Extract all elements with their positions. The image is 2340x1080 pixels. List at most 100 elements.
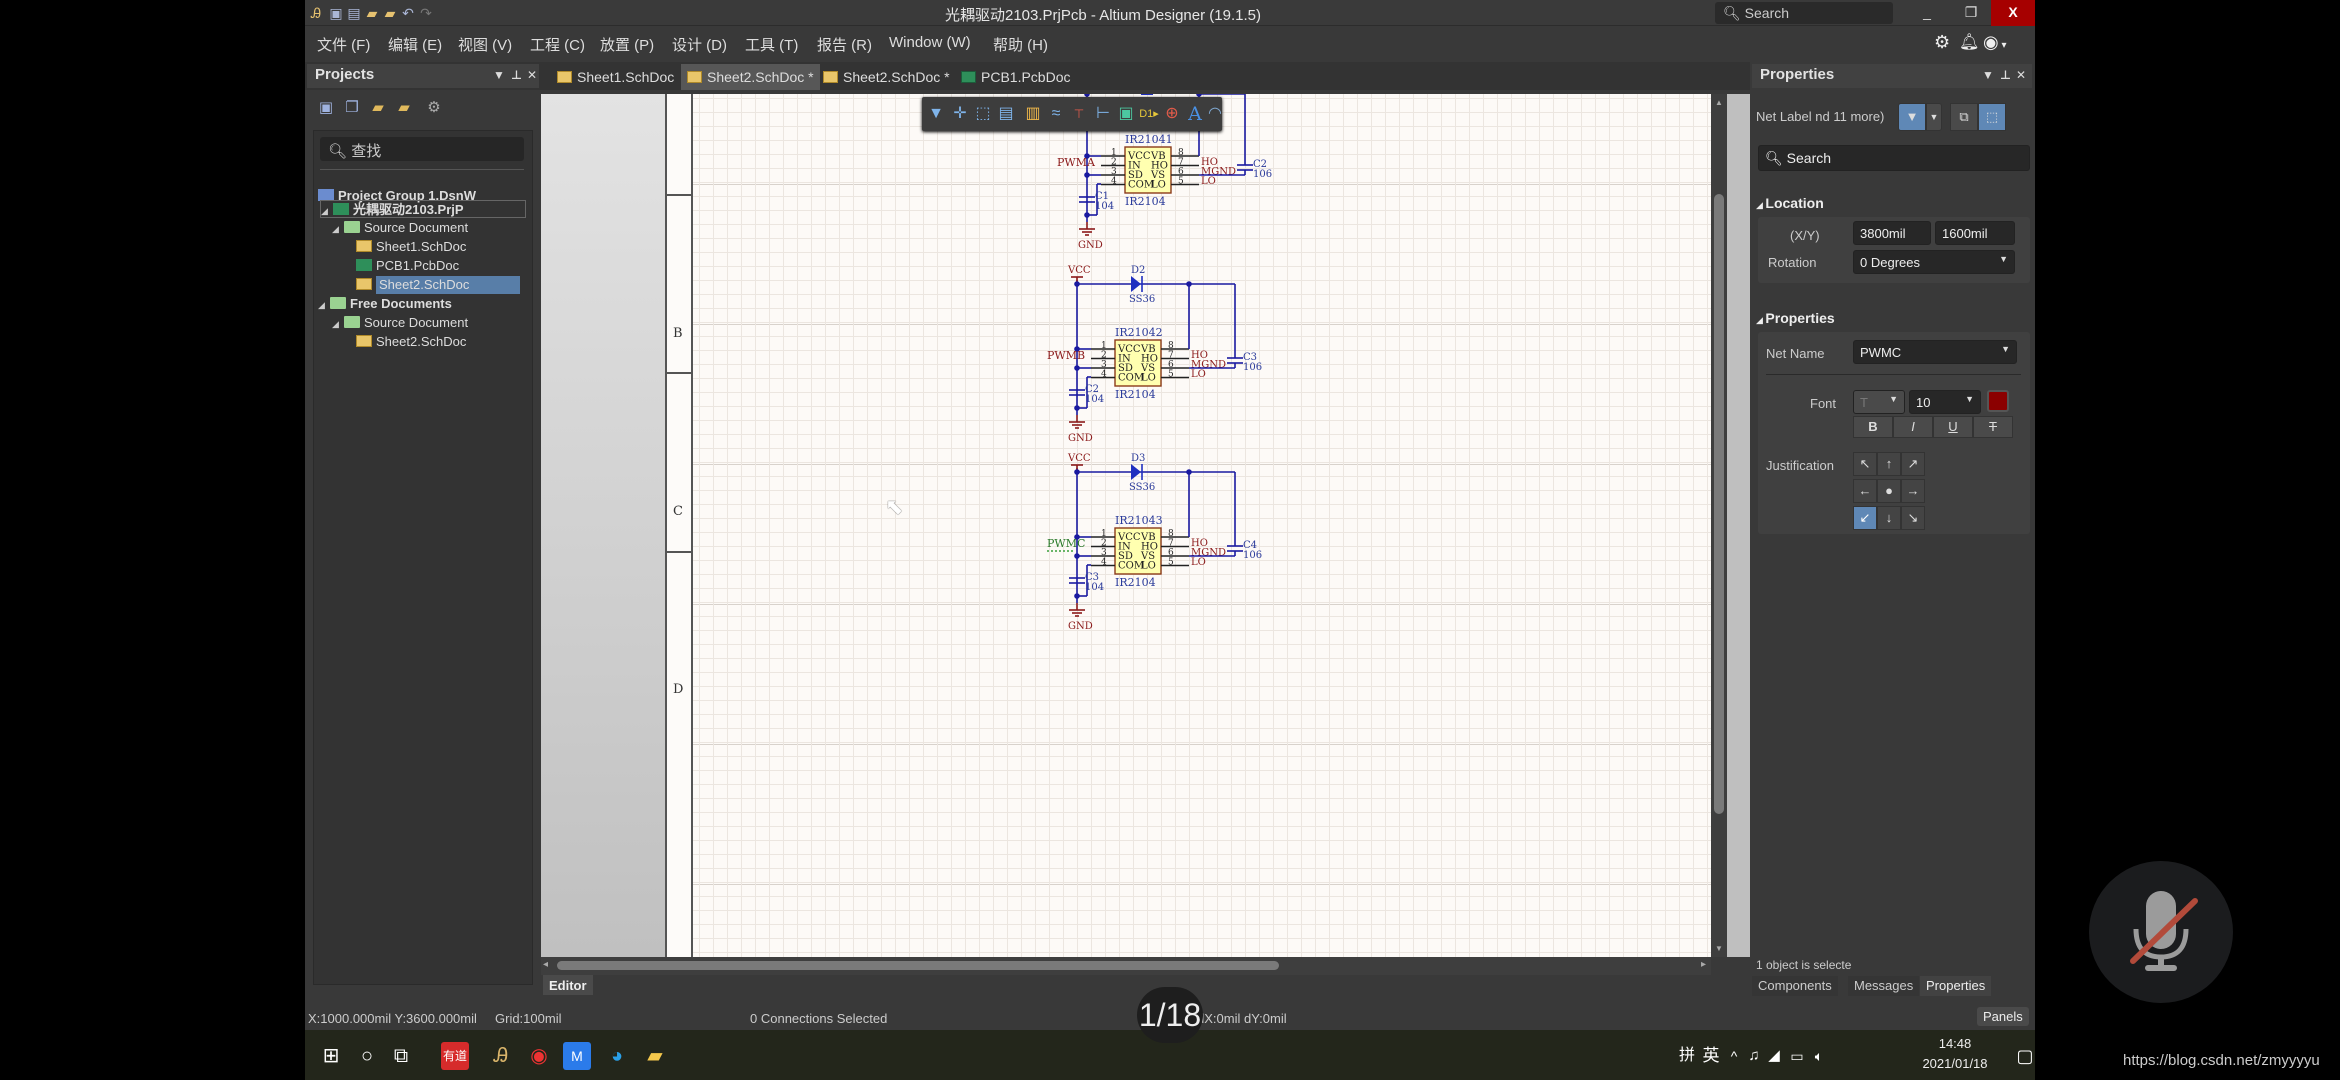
expand-arrow-icon[interactable]: ◢ (332, 220, 344, 238)
properties-section-header[interactable]: ◢ Properties (1756, 310, 1835, 326)
justify-bottom-left-icon[interactable]: ↙ (1853, 506, 1877, 530)
align-icon[interactable]: ▤ (995, 103, 1017, 125)
wifi-icon[interactable]: ◢ (1765, 1040, 1783, 1072)
selection-filter-button[interactable]: ▼ (1898, 103, 1926, 131)
folder-search-icon[interactable]: ▰ (367, 98, 389, 120)
panels-button[interactable]: Panels (1977, 1007, 2029, 1026)
save-all-icon[interactable]: ▤ (345, 4, 363, 22)
font-family-dropdown[interactable]: T ▼ (1853, 390, 1905, 414)
redo-icon[interactable]: ↷ (417, 4, 435, 22)
meeting-app-icon[interactable]: M (563, 1042, 591, 1070)
ime-pinyin-icon[interactable]: 拼 (1677, 1040, 1697, 1072)
notifications-bell-icon[interactable]: 🔔︎ (1959, 32, 1979, 52)
panel-menu-icon[interactable]: ▼ (493, 68, 505, 82)
expand-arrow-icon[interactable]: ◢ (321, 202, 333, 220)
harness-icon[interactable]: ⊢ (1092, 103, 1114, 125)
user-account-icon[interactable]: ◉ ▾ (1983, 32, 2007, 53)
move-cross-icon[interactable]: ✛ (949, 103, 971, 125)
justify-bottom-center-icon[interactable]: ↓ (1877, 506, 1901, 530)
settings-gear-icon[interactable]: ⚙ (1934, 32, 1950, 53)
open-icon[interactable]: ▰ (363, 4, 381, 22)
tab-sheet2[interactable]: Sheet2.SchDoc * (817, 64, 956, 90)
undo-icon[interactable]: ↶ (399, 4, 417, 22)
strikethrough-button[interactable]: T (1973, 416, 2013, 438)
save-project-icon[interactable]: ▣ (315, 98, 337, 120)
justify-top-left-icon[interactable]: ↖ (1853, 452, 1877, 476)
tree-item-free-documents[interactable]: ◢ Free Documents (318, 295, 452, 313)
menu-tools[interactable]: 工具 (T) (745, 34, 798, 55)
place-part-icon[interactable]: ▥ (1022, 103, 1044, 125)
power-port-icon[interactable]: ⊤ (1068, 103, 1090, 125)
ime-english-icon[interactable]: 英 (1701, 1040, 1721, 1072)
folder-settings-icon[interactable]: ▰ (393, 98, 415, 120)
arc-icon[interactable]: ◠ (1204, 103, 1226, 125)
expand-arrow-icon[interactable]: ◢ (318, 296, 330, 314)
vertical-scrollbar[interactable]: ▲ ▼ (1711, 94, 1727, 957)
bold-button[interactable]: B (1853, 416, 1893, 438)
sheet-symbol-icon[interactable]: ▣ (1115, 103, 1137, 125)
tab-components[interactable]: Components (1752, 976, 1838, 996)
vertical-scroll-thumb[interactable] (1714, 194, 1724, 814)
close-panel-icon[interactable]: ✕ (2016, 68, 2026, 82)
menu-view[interactable]: 视图 (V) (458, 34, 512, 55)
tree-item-sheet2-selected[interactable]: Sheet2.SchDoc (356, 276, 526, 294)
justify-center-left-icon[interactable]: ← (1853, 479, 1877, 503)
justify-center-icon[interactable]: ● (1877, 479, 1901, 503)
horizontal-scrollbar[interactable]: ◂ ▸ (541, 957, 1711, 975)
editor-tab[interactable]: Editor (543, 975, 593, 995)
action-center-icon[interactable]: ▢ (2015, 1040, 2035, 1072)
menu-help[interactable]: 帮助 (H) (993, 34, 1048, 55)
system-clock[interactable]: 14:48 2021/01/18 (1915, 1034, 1995, 1074)
wire-icon[interactable]: ≈ (1045, 103, 1067, 125)
volume-icon[interactable]: 🔈︎ (1809, 1040, 1829, 1072)
scroll-down-icon[interactable]: ▼ (1715, 944, 1723, 953)
minimize-button[interactable]: _ (1905, 0, 1949, 26)
restore-button[interactable]: ❐ (1949, 0, 1993, 26)
edge-browser-icon[interactable]: ◕ (601, 1040, 633, 1072)
save-icon[interactable]: ▣ (327, 4, 345, 22)
tab-properties[interactable]: Properties (1920, 976, 1992, 996)
justify-top-center-icon[interactable]: ↑ (1877, 452, 1901, 476)
port-icon[interactable]: D1▸ (1138, 103, 1160, 125)
tab-sheet1[interactable]: Sheet1.SchDoc (551, 64, 680, 90)
open-project-icon[interactable]: ▰ (381, 4, 399, 22)
select-rectangle-icon[interactable]: ⬚ (972, 103, 994, 125)
menu-edit[interactable]: 编辑 (E) (388, 34, 442, 55)
close-panel-icon[interactable]: ✕ (527, 68, 537, 82)
battery-icon[interactable]: ▭ (1787, 1040, 1807, 1072)
menu-file[interactable]: 文件 (F) (317, 34, 370, 55)
menu-project[interactable]: 工程 (C) (530, 34, 585, 55)
tree-item-pcb-project[interactable]: ◢ 光耦驱动2103.PrjP (320, 200, 526, 218)
filter-dropdown[interactable]: ▼ (1926, 103, 1942, 131)
tab-sheet2-active[interactable]: Sheet2.SchDoc * (681, 64, 820, 90)
x-location-field[interactable]: 3800mil (1853, 221, 1931, 245)
tab-messages[interactable]: Messages (1848, 976, 1920, 996)
windows-start-icon[interactable]: ⊞ (315, 1040, 347, 1072)
tree-item-pcb1[interactable]: PCB1.PcbDoc (356, 257, 459, 275)
schematic-sheet[interactable]: IR21041 IR2104 1 VCC 2 IN 3 SD 4 COM 8 VB 7 HO 6 VS 5 LO H… (693, 94, 1711, 957)
menu-reports[interactable]: 报告 (R) (817, 34, 872, 55)
scroll-up-icon[interactable]: ▲ (1715, 98, 1723, 107)
headset-icon[interactable]: ♫ (1745, 1040, 1763, 1072)
close-button[interactable]: X (1991, 0, 2035, 26)
text-icon[interactable]: A (1184, 103, 1206, 125)
cortana-search-icon[interactable]: ○ (351, 1040, 383, 1072)
tab-pcb1[interactable]: PCB1.PcbDoc (955, 64, 1076, 90)
underline-button[interactable]: U (1933, 416, 1973, 438)
justify-bottom-right-icon[interactable]: ↘ (1901, 506, 1925, 530)
justify-center-right-icon[interactable]: → (1901, 479, 1925, 503)
font-color-swatch[interactable] (1987, 390, 2009, 412)
justify-top-right-icon[interactable]: ↗ (1901, 452, 1925, 476)
tree-item-source-document[interactable]: ◢ Source Document (332, 219, 468, 237)
tree-item-sheet1[interactable]: Sheet1.SchDoc (356, 238, 466, 256)
projects-search-input[interactable]: 🔍︎ 查找 (320, 137, 524, 161)
rotation-dropdown[interactable]: 0 Degrees ▼ (1853, 250, 2015, 274)
gear-icon[interactable]: ⚙ (423, 98, 445, 120)
horizontal-scroll-thumb[interactable] (557, 961, 1279, 970)
menu-design[interactable]: 设计 (D) (672, 34, 727, 55)
tree-item-free-source-document[interactable]: ◢ Source Document (332, 314, 468, 332)
menu-place[interactable]: 放置 (P) (600, 34, 654, 55)
screen-recorder-app-icon[interactable]: ◉ (523, 1040, 555, 1072)
scroll-left-icon[interactable]: ◂ (543, 959, 548, 970)
copy-icon[interactable]: ❐ (341, 98, 363, 120)
